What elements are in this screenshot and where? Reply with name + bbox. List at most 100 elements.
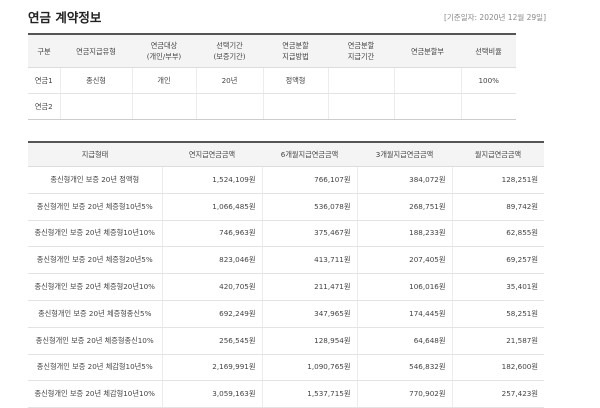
payout-row: 종신형개인 보증 20년 체감형10년5% 2,169,991원 1,090,765… <box>28 354 544 382</box>
contract-header-cell: 연금분할지급방법 <box>263 34 328 68</box>
contract-cell: 개인 <box>131 67 196 94</box>
payout-amount-cell: 766,107원 <box>261 166 357 194</box>
contract-cell: 연금2 <box>28 93 60 120</box>
header-line: (보증기간) <box>213 52 246 61</box>
contract-row: 연금1 종신형 개인 20년 정액형 100% <box>28 67 516 94</box>
header-line: 지급방법 <box>282 52 309 61</box>
contract-cell: 100% <box>460 67 516 94</box>
payout-amount-cell: 1,524,109원 <box>161 166 262 194</box>
header-line: (개인/부부) <box>146 52 182 61</box>
payout-amount-cell: 536,078원 <box>261 193 357 221</box>
payout-amount-cell: 58,251원 <box>451 300 544 328</box>
payout-type-cell: 종신형개인 보증 20년 체증형종신10% <box>28 327 162 355</box>
payout-amount-cell: 69,257원 <box>451 246 544 275</box>
contract-cell <box>327 93 394 120</box>
payout-amount-cell: 207,405원 <box>356 246 452 275</box>
contract-header-cell: 연금지급유형 <box>60 34 132 68</box>
payout-amount-cell: 182,600원 <box>451 354 544 382</box>
payout-amount-cell: 375,467원 <box>261 220 357 248</box>
payout-amount-cell: 256,545원 <box>161 327 262 355</box>
payout-amount-table: 지급형태 연지급연금금액 6개월지급연금금액 3개월지급연금금액 월지급연금금액 종신형… <box>28 141 544 408</box>
header-line: 선택기간 <box>216 41 243 50</box>
payout-header-cell: 6개월지급연금금액 <box>262 142 357 167</box>
payout-amount-cell: 384,072원 <box>356 166 452 194</box>
payout-amount-cell: 106,016원 <box>356 273 452 301</box>
contract-cell: 연금1 <box>28 67 60 94</box>
header-line: 구분 <box>37 46 51 56</box>
header-line: 선택비율 <box>475 46 502 56</box>
payout-header-cell: 지급형태 <box>28 142 162 167</box>
payout-type-cell: 종신형개인 보증 20년 체증형종신5% <box>28 300 162 328</box>
payout-header-cell: 월지급연금금액 <box>452 142 544 167</box>
base-date-label: [기준일자: 2020년 12월 29일] <box>443 13 546 22</box>
payout-amount-cell: 174,445원 <box>356 300 452 328</box>
contract-cell <box>393 67 461 94</box>
payout-amount-cell: 746,963원 <box>161 220 262 248</box>
payout-amount-cell: 188,233원 <box>356 220 452 248</box>
payout-amount-cell: 2,169,991원 <box>161 354 262 382</box>
contract-cell <box>460 93 516 120</box>
payout-amount-cell: 128,954원 <box>261 327 357 355</box>
title-bar: 연금 계약정보 [기준일자: 2020년 12월 29일] <box>0 0 600 34</box>
header-line: 지급기간 <box>347 52 375 61</box>
header-line: 연금분할 <box>282 41 309 50</box>
payout-amount-cell: 1,090,765원 <box>261 354 357 382</box>
payout-amount-cell: 692,249원 <box>161 300 262 328</box>
contract-cell: 정액형 <box>262 67 328 94</box>
payout-amount-cell: 128,251원 <box>451 166 544 194</box>
payout-amount-cell: 1,066,485원 <box>161 193 262 221</box>
payout-header-cell: 3개월지급연금금액 <box>357 142 452 167</box>
payout-type-cell: 종신형개인 보증 20년 체감형10년5% <box>28 354 162 382</box>
payout-amount-cell: 89,742원 <box>451 193 544 221</box>
header-line: 연금대상 <box>150 41 178 50</box>
payout-type-cell: 종신형개인 보증 20년 체증형20년10% <box>28 273 162 301</box>
contract-cell <box>393 93 461 120</box>
contract-header-cell: 연금분할부 <box>394 34 461 68</box>
contract-cell: 종신형 <box>59 67 132 94</box>
payout-amount-cell: 64,648원 <box>356 327 452 355</box>
contract-cell <box>131 93 196 120</box>
payout-amount-cell: 413,711원 <box>261 246 357 275</box>
payout-amount-cell: 420,705원 <box>161 273 262 301</box>
page-title: 연금 계약정보 <box>28 10 102 25</box>
contract-cell <box>195 93 263 120</box>
payout-row: 종신형개인 보증 20년 체증형종신5% 692,249원 347,965원 174,… <box>28 300 544 328</box>
header-line: 연금분할 <box>347 41 375 50</box>
payout-type-cell: 종신형개인 보증 20년 정액형 <box>28 166 162 194</box>
contract-cell <box>327 67 394 94</box>
contract-header-cell: 선택비율 <box>461 34 516 68</box>
payout-row: 종신형개인 보증 20년 체증형종신10% 256,545원 128,954원 64,… <box>28 327 544 355</box>
payout-row: 종신형개인 보증 20년 정액형 1,524,109원 766,107원 384,07… <box>28 166 544 194</box>
contract-cell <box>262 93 328 120</box>
payout-amount-cell: 62,855원 <box>451 220 544 248</box>
payout-amount-cell: 21,587원 <box>451 327 544 355</box>
contract-header-row: 구분 연금지급유형 연금대상 (개인/부부) 선택기간 (보증기간) 연금분할 지급방법 연금분… <box>28 34 516 68</box>
contract-header-cell: 연금분할지급기간 <box>328 34 394 68</box>
payout-amount-cell: 823,046원 <box>161 246 262 275</box>
payout-amount-cell: 546,832원 <box>356 354 452 382</box>
contract-info-table: 구분 연금지급유형 연금대상 (개인/부부) 선택기간 (보증기간) 연금분할 지급방법 연금분… <box>28 33 516 120</box>
payout-amount-cell: 211,471원 <box>261 273 357 301</box>
payout-type-cell: 종신형개인 보증 20년 체증형10년10% <box>28 220 162 248</box>
payout-amount-cell: 347,965원 <box>261 300 357 328</box>
contract-cell <box>59 93 132 120</box>
payout-amount-cell: 35,401원 <box>451 273 544 301</box>
payout-row: 종신형개인 보증 20년 체증형20년10% 420,705원 211,471원 10… <box>28 273 544 301</box>
contract-header-cell: 구분 <box>28 34 60 68</box>
payout-header-cell: 연지급연금금액 <box>162 142 262 167</box>
payout-row: 종신형개인 보증 20년 체증형10년5% 1,066,485원 536,078원 2… <box>28 193 544 221</box>
payout-type-cell: 종신형개인 보증 20년 체증형20년5% <box>28 246 162 275</box>
payout-header-row: 지급형태 연지급연금금액 6개월지급연금금액 3개월지급연금금액 월지급연금금액 <box>28 142 544 167</box>
payout-row: 종신형개인 보증 20년 체증형10년10% 746,963원 375,467원 18… <box>28 220 544 248</box>
contract-body: 연금1 종신형 개인 20년 정액형 100% 연금2 <box>28 67 516 120</box>
payout-type-cell: 종신형개인 보증 20년 체증형10년5% <box>28 193 162 221</box>
contract-cell: 20년 <box>195 67 263 94</box>
contract-row: 연금2 <box>28 93 516 120</box>
contract-header-cell: 선택기간 (보증기간) <box>196 34 263 68</box>
header-line: 연금지급유형 <box>76 46 116 56</box>
payout-body: 종신형개인 보증 20년 정액형 1,524,109원 766,107원 384,07… <box>28 166 544 408</box>
contract-header-cell: 연금대상 (개인/부부) <box>132 34 196 68</box>
header-line: 연금분할부 <box>410 46 445 56</box>
payout-amount-cell: 268,751원 <box>356 193 452 221</box>
payout-row: 종신형개인 보증 20년 체증형20년5% 823,046원 413,711원 207… <box>28 246 544 275</box>
